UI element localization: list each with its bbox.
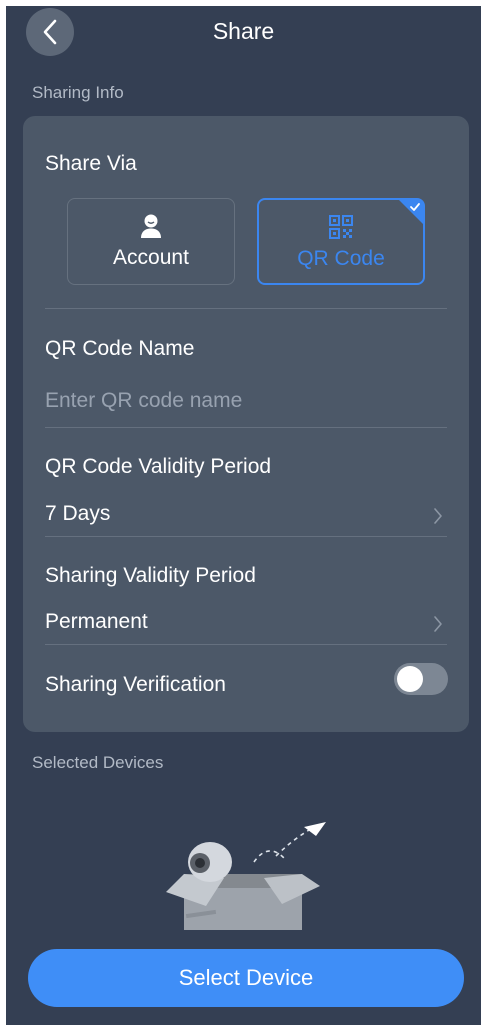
divider xyxy=(45,644,447,645)
share-via-label: Share Via xyxy=(45,152,137,175)
chevron-right-icon xyxy=(434,508,442,524)
sharing-info-label: Sharing Info xyxy=(32,83,124,102)
sharing-validity-label: Sharing Validity Period xyxy=(45,564,256,587)
selected-devices-label: Selected Devices xyxy=(32,753,164,772)
qr-validity-label: QR Code Validity Period xyxy=(45,455,272,478)
qr-validity-select[interactable]: 7 Days xyxy=(23,496,469,536)
sharing-validity-value: Permanent xyxy=(45,610,148,633)
qr-code-option-label: QR Code xyxy=(297,247,385,270)
share-via-account-option[interactable]: Account xyxy=(67,198,235,285)
selected-check-badge xyxy=(398,199,424,225)
divider xyxy=(45,536,447,537)
account-option-label: Account xyxy=(113,246,189,269)
qr-code-name-input[interactable] xyxy=(45,384,445,418)
divider xyxy=(45,427,447,428)
checkmark-icon xyxy=(398,199,424,225)
sharing-verification-label: Sharing Verification xyxy=(45,673,226,696)
qr-code-name-label: QR Code Name xyxy=(45,337,195,360)
share-screen: Share Sharing Info Share Via Account QR … xyxy=(6,6,481,1025)
header: Share xyxy=(6,6,481,58)
chevron-right-icon xyxy=(434,616,442,632)
divider xyxy=(45,308,447,309)
sharing-info-card: Share Via Account QR Code QR Code Name E… xyxy=(23,116,469,732)
user-icon xyxy=(141,214,161,238)
qr-validity-value: 7 Days xyxy=(45,502,111,525)
toggle-knob xyxy=(397,666,423,692)
page-title: Share xyxy=(212,18,275,44)
select-device-button[interactable]: Select Device xyxy=(28,949,464,1007)
empty-box-camera-illustration xyxy=(166,822,326,930)
qr-code-icon xyxy=(329,215,353,239)
sharing-verification-toggle[interactable] xyxy=(394,663,448,695)
sharing-validity-select[interactable]: Permanent xyxy=(23,604,469,644)
share-via-qr-code-option[interactable]: QR Code xyxy=(257,198,425,285)
